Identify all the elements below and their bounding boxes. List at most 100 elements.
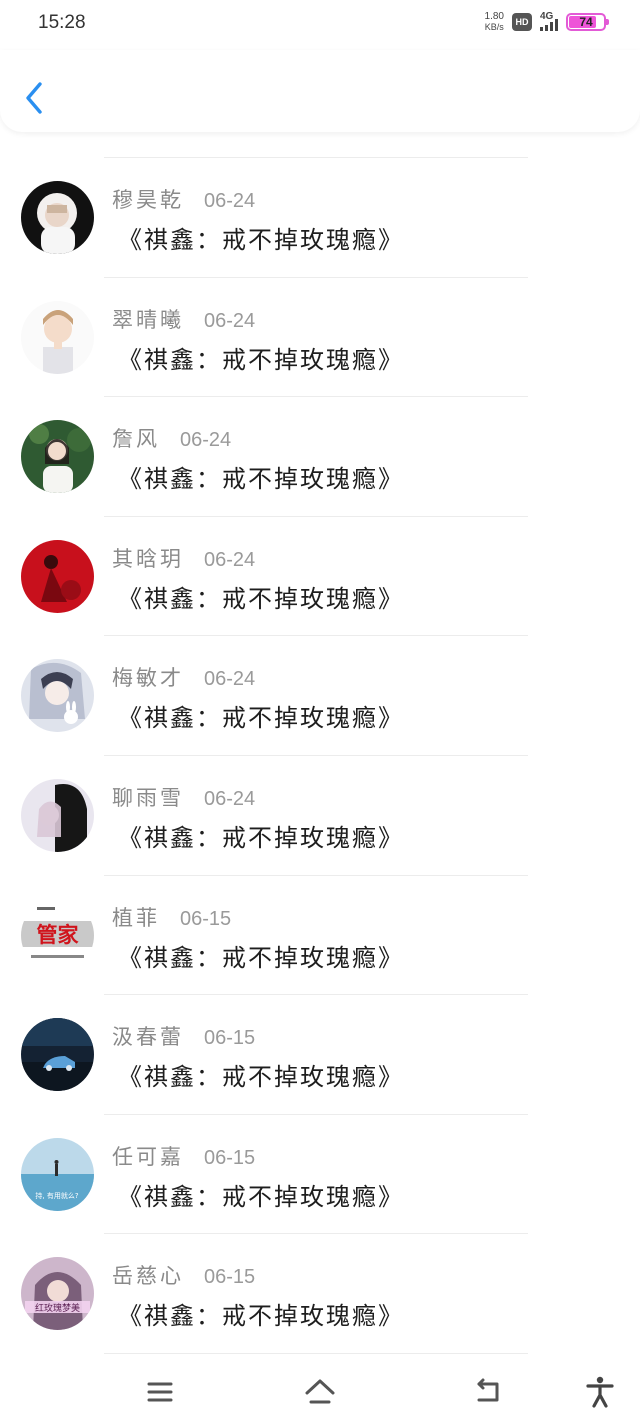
list-item[interactable]: 汲春蕾 06-15 《祺鑫：戒不掉玫瑰瘾》 — [0, 995, 640, 1115]
author-name[interactable]: 詹风 — [112, 423, 160, 453]
red-dress-avatar — [21, 539, 94, 613]
sea-figure-avatar: 持, 有用就么? — [21, 1137, 94, 1211]
back-button[interactable] — [18, 78, 50, 118]
network-speed: 1.80 KB/s — [484, 11, 504, 33]
battery-icon: 74 — [566, 13, 609, 31]
svg-text:管家: 管家 — [37, 923, 80, 947]
menu-icon — [147, 1382, 173, 1402]
author-line: 其晗玥 06-24 — [112, 543, 255, 573]
list-item[interactable]: 梅敏才 06-24 《祺鑫：戒不掉玫瑰瘾》 — [0, 636, 640, 756]
list-item[interactable]: 其晗玥 06-24 《祺鑫：戒不掉玫瑰瘾》 — [0, 517, 640, 637]
avatar[interactable]: 管家 — [21, 898, 94, 972]
accessibility-icon — [586, 1376, 614, 1408]
author-line: 梅敏才 06-24 — [112, 662, 255, 692]
list-item[interactable]: 持, 有用就么? 任可嘉 06-15 《祺鑫：戒不掉玫瑰瘾》 — [0, 1115, 640, 1235]
header-bar — [0, 50, 640, 132]
author-line: 汲春蕾 06-15 — [112, 1021, 255, 1051]
avatar[interactable] — [21, 1018, 94, 1092]
post-date: 06-24 — [204, 548, 256, 571]
post-title[interactable]: 《祺鑫：戒不掉玫瑰瘾》 — [118, 1057, 404, 1092]
signal-bar — [540, 27, 543, 31]
author-name[interactable]: 岳慈心 — [112, 1260, 184, 1290]
chevron-left-icon — [26, 82, 42, 114]
post-list: 穆昊乾 06-24 《祺鑫：戒不掉玫瑰瘾》 翠晴曦 06-24 《祺鑫：戒不掉玫瑰瘾》 詹风… — [0, 158, 640, 1354]
menu-button[interactable] — [140, 1372, 180, 1412]
author-line: 植菲 06-15 — [112, 902, 231, 932]
accessibility-button[interactable] — [580, 1372, 620, 1412]
home-icon — [305, 1379, 335, 1404]
svg-text:红玫瑰梦美: 红玫瑰梦美 — [35, 1302, 80, 1314]
list-item[interactable]: 穆昊乾 06-24 《祺鑫：戒不掉玫瑰瘾》 — [0, 158, 640, 278]
list-divider — [104, 1352, 528, 1354]
avatar[interactable] — [21, 300, 94, 374]
author-name[interactable]: 汲春蕾 — [112, 1021, 184, 1051]
post-title[interactable]: 《祺鑫：戒不掉玫瑰瘾》 — [118, 938, 404, 973]
back-arrow-icon — [477, 1378, 499, 1402]
author-line: 穆昊乾 06-24 — [112, 184, 255, 214]
avatar[interactable] — [21, 659, 94, 733]
status-indicators: 1.80 KB/s HD 4G 74 — [484, 11, 609, 33]
list-item[interactable]: 聊雨雪 06-24 《祺鑫：戒不掉玫瑰瘾》 — [0, 756, 640, 876]
author-name[interactable]: 梅敏才 — [112, 662, 184, 692]
night-car-avatar — [21, 1018, 94, 1092]
list-item[interactable]: 管家 植菲 06-15 《祺鑫：戒不掉玫瑰瘾》 — [0, 876, 640, 996]
avatar[interactable] — [21, 420, 94, 494]
author-name[interactable]: 翠晴曦 — [112, 304, 184, 334]
avatar[interactable] — [21, 778, 94, 852]
post-date: 06-15 — [204, 1266, 256, 1289]
author-line: 翠晴曦 06-24 — [112, 304, 255, 334]
author-name[interactable]: 穆昊乾 — [112, 184, 184, 214]
post-title[interactable]: 《祺鑫：戒不掉玫瑰瘾》 — [118, 818, 404, 853]
system-navigation-bar — [0, 1360, 640, 1427]
hd-badge: HD — [512, 13, 532, 31]
status-time: 15:28 — [38, 12, 86, 33]
post-date: 06-15 — [180, 907, 232, 930]
post-title[interactable]: 《祺鑫：戒不掉玫瑰瘾》 — [118, 579, 404, 614]
post-title[interactable]: 《祺鑫：戒不掉玫瑰瘾》 — [118, 1177, 404, 1212]
hooded-girl-avatar: 红玫瑰梦美 — [21, 1257, 94, 1331]
svg-text:持, 有用就么?: 持, 有用就么? — [35, 1191, 78, 1200]
author-name[interactable]: 任可嘉 — [112, 1141, 184, 1171]
couple-dark-avatar — [21, 778, 94, 852]
avatar[interactable]: 持, 有用就么? — [21, 1137, 94, 1211]
author-name[interactable]: 聊雨雪 — [112, 782, 184, 812]
post-date: 06-24 — [204, 668, 256, 691]
battery-percent: 74 — [579, 15, 593, 29]
list-item[interactable]: 翠晴曦 06-24 《祺鑫：戒不掉玫瑰瘾》 — [0, 278, 640, 398]
network-speed-unit: KB/s — [484, 22, 504, 32]
author-line: 詹风 06-24 — [112, 423, 231, 453]
girl-garden-avatar — [21, 420, 94, 494]
post-title[interactable]: 《祺鑫：戒不掉玫瑰瘾》 — [118, 1296, 404, 1331]
avatar[interactable] — [21, 181, 94, 254]
network-type-label: 4G — [540, 11, 554, 22]
anime-boy-avatar — [21, 300, 94, 374]
author-name[interactable]: 植菲 — [112, 902, 160, 932]
post-date: 06-24 — [180, 429, 232, 452]
post-date: 06-15 — [204, 1027, 256, 1050]
post-title[interactable]: 《祺鑫：戒不掉玫瑰瘾》 — [118, 459, 404, 494]
author-line: 聊雨雪 06-24 — [112, 782, 255, 812]
back-nav-button[interactable] — [468, 1372, 508, 1412]
author-name[interactable]: 其晗玥 — [112, 543, 184, 573]
post-title[interactable]: 《祺鑫：戒不掉玫瑰瘾》 — [118, 698, 404, 733]
status-bar: 15:28 1.80 KB/s HD 4G 74 — [0, 0, 640, 50]
network-speed-value: 1.80 — [484, 11, 504, 22]
home-button[interactable] — [300, 1372, 340, 1412]
text-logo-avatar: 管家 — [21, 898, 94, 972]
signal-bar — [555, 19, 558, 31]
avatar[interactable] — [21, 539, 94, 613]
post-date: 06-24 — [204, 787, 256, 810]
post-title[interactable]: 《祺鑫：戒不掉玫瑰瘾》 — [118, 220, 404, 255]
signal-icon: 4G — [540, 11, 558, 31]
signal-bar — [550, 22, 553, 31]
post-date: 06-24 — [204, 190, 256, 212]
list-item[interactable]: 詹风 06-24 《祺鑫：戒不掉玫瑰瘾》 — [0, 397, 640, 517]
post-date: 06-24 — [204, 309, 256, 332]
signal-bar — [545, 25, 548, 31]
author-line: 岳慈心 06-15 — [112, 1260, 255, 1290]
post-title[interactable]: 《祺鑫：戒不掉玫瑰瘾》 — [118, 340, 404, 375]
author-line: 任可嘉 06-15 — [112, 1141, 255, 1171]
list-item[interactable]: 红玫瑰梦美 岳慈心 06-15 《祺鑫：戒不掉玫瑰瘾》 — [0, 1234, 640, 1354]
avatar[interactable]: 红玫瑰梦美 — [21, 1257, 94, 1331]
post-date: 06-15 — [204, 1146, 256, 1169]
